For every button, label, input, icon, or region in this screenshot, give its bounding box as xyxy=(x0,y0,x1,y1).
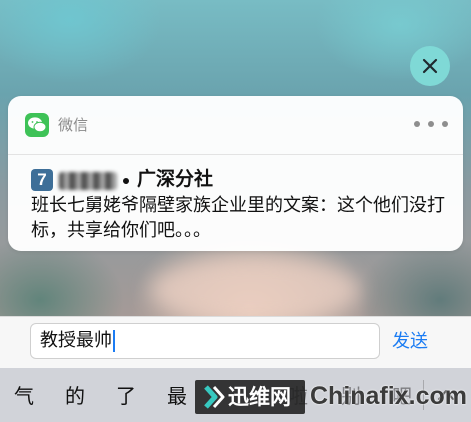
candidate-word[interactable]: 的 xyxy=(65,383,85,409)
message-count-badge: 7 xyxy=(31,169,53,191)
reply-bar: 教授最帅 发送 xyxy=(0,316,471,369)
candidate-word[interactable]: 了 xyxy=(116,383,136,409)
background-face-blur xyxy=(150,255,360,325)
text-caret xyxy=(113,330,115,352)
separator-dot xyxy=(123,178,129,184)
wechat-icon xyxy=(25,113,49,137)
close-icon xyxy=(422,58,438,74)
notification-header: 微信 xyxy=(8,96,463,155)
more-options-button[interactable] xyxy=(414,114,448,134)
send-button[interactable]: 发送 xyxy=(392,330,428,354)
more-dot-icon xyxy=(442,121,448,127)
app-name: 微信 xyxy=(58,116,89,134)
message-text: 班长七舅姥爷隔壁家族企业里的文案：这个他们没打标，共享给你们吧。。。 xyxy=(31,195,445,241)
redacted-name xyxy=(59,172,117,190)
candidate-word[interactable]: 最 xyxy=(167,383,187,409)
watermark-text: 迅维网 xyxy=(228,385,291,409)
more-dot-icon xyxy=(428,121,434,127)
watermark-logo-icon xyxy=(204,385,225,409)
candidate-word[interactable]: 气 xyxy=(14,383,34,409)
more-dot-icon xyxy=(414,121,420,127)
reply-input[interactable]: 教授最帅 xyxy=(30,323,380,359)
sender-name: 广深分社 xyxy=(137,168,214,190)
reply-input-value: 教授最帅 xyxy=(40,330,112,351)
watermark-domain: Chinafix.com xyxy=(310,382,467,410)
close-button[interactable] xyxy=(410,46,450,86)
